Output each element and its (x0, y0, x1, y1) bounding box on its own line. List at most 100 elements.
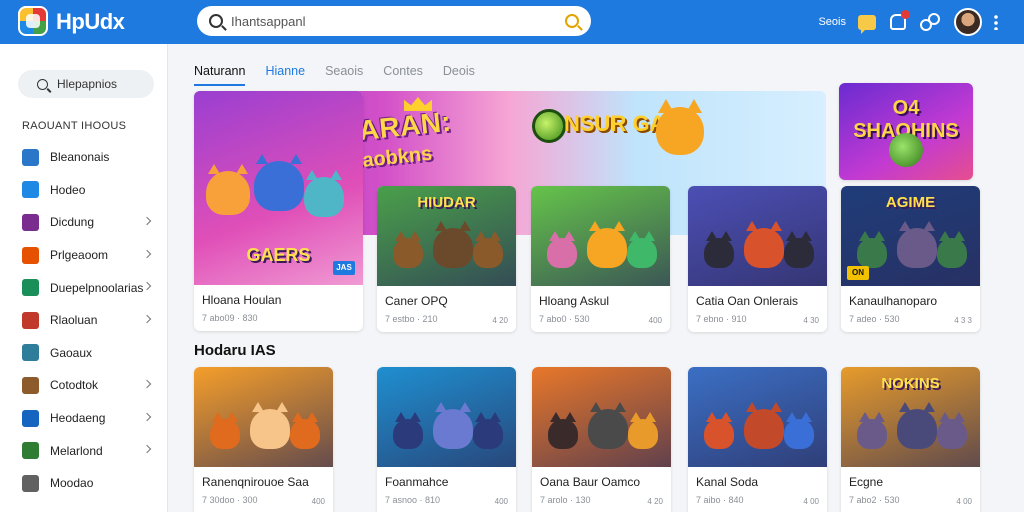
sidebar-list: Bleanonais Hodeo Dicdung Prlgeaoom Duepelpno… (0, 141, 168, 500)
sidebar-item[interactable]: Rlaoluan (0, 304, 168, 337)
sidebar-item-icon (22, 409, 39, 427)
game-card[interactable]: HIUDAR Caner OPQ 7 estbo · 210 4 20 (377, 186, 516, 332)
card-title: Catia Oan Onlerais (696, 294, 799, 308)
card-title: Caner OPQ (385, 294, 448, 308)
game-card[interactable]: Foanmahce 7 asnoo · 810 400 (377, 367, 516, 512)
thumbnail-label: NOKINS (881, 375, 940, 392)
app-logo-icon[interactable] (18, 6, 48, 36)
character-icon (250, 402, 290, 449)
character-icon (628, 412, 658, 449)
sidebar-item[interactable]: Heodaeng (0, 402, 168, 435)
card-title: Ecgne (849, 475, 884, 489)
card-title: Kanal Soda (696, 475, 759, 489)
sidebar-item[interactable]: Melarlond (0, 434, 168, 467)
section-title: Hodaru IAS (194, 342, 276, 359)
character-icon (588, 402, 628, 449)
card-title: Hloang Askul (539, 294, 610, 308)
sidebar-item-icon (22, 181, 39, 199)
fox-mascot-icon (656, 99, 704, 155)
card-title: Foanmahce (385, 475, 449, 489)
card-meta: 7 abo0 · 530 (539, 314, 590, 324)
game-thumbnail: AGIME ON (841, 186, 980, 286)
game-thumbnail (377, 367, 516, 467)
game-thumbnail: HIUDAR (377, 186, 516, 286)
tab-item[interactable]: Deois (443, 64, 475, 86)
game-card[interactable]: Catia Oan Onlerais 7 ebno · 910 4 30 (688, 186, 827, 332)
app-name[interactable]: HpUdx (56, 9, 125, 35)
game-card[interactable]: AGIME ON Kanaulhanoparo 7 adeo · 530 4 3 3 (841, 186, 980, 332)
sidebar-heading: RAOUANT IHOOUS (22, 120, 127, 132)
search-icon (37, 78, 48, 90)
chevron-right-icon (142, 445, 152, 454)
character-icon (937, 231, 967, 268)
character-icon (704, 412, 734, 449)
sidebar-item[interactable]: Cotodtok (0, 369, 168, 402)
chat-icon[interactable] (858, 14, 876, 34)
game-thumbnail: NOKINS (841, 367, 980, 467)
top-link[interactable]: Seois (818, 16, 846, 28)
sidebar-item[interactable]: Gaoaux (0, 337, 168, 370)
sidebar-item-icon (22, 213, 39, 231)
chevron-right-icon (142, 379, 152, 389)
card-count: 400 (648, 316, 662, 325)
character-icon (393, 231, 423, 268)
game-thumbnail (531, 186, 670, 286)
more-icon[interactable] (994, 14, 998, 30)
character-icon (784, 412, 814, 449)
sidebar-item[interactable]: Prlgeaoom (0, 239, 168, 272)
chevron-right-icon (142, 412, 152, 421)
card-meta: 7 aibo · 840 (696, 495, 744, 505)
sidebar-item-label: Cotodtok (50, 378, 99, 393)
game-card[interactable]: Kanal Soda 7 aibo · 840 4 00 (688, 367, 827, 512)
card-meta: 7 abo09 · 830 (202, 313, 258, 323)
sidebar-item-icon (22, 442, 39, 460)
avatar[interactable] (954, 8, 982, 36)
sidebar-search-label: Hlepapnios (57, 77, 118, 91)
character-icon (210, 412, 240, 449)
card-meta: 7 ebno · 910 (696, 314, 747, 324)
sidebar-item-label: Dicdung (50, 215, 95, 230)
friends-icon[interactable] (920, 13, 940, 31)
sidebar-item[interactable]: Dicdung (0, 206, 168, 239)
sidebar-item-label: Moodao (50, 476, 94, 491)
game-thumbnail (688, 186, 827, 286)
tab-item[interactable]: Contes (383, 64, 423, 86)
sidebar-item[interactable]: Duepelpnoolarias (0, 271, 168, 304)
thumbnail-label: HIUDAR (417, 194, 476, 211)
top-search-box[interactable] (197, 6, 591, 36)
search-submit-icon[interactable] (565, 14, 579, 28)
tab-item[interactable]: Seaois (325, 64, 363, 86)
character-icon (704, 231, 734, 268)
sidebar-item-label: Gaoaux (50, 345, 93, 360)
bell-icon[interactable] (890, 10, 910, 30)
sidebar-item-icon (22, 279, 39, 297)
card-count: 400 (311, 497, 325, 506)
search-icon (209, 14, 223, 28)
character-icon (744, 221, 784, 268)
hero-game-card[interactable]: GAERS JAS Hloana Houlan 7 abo09 · 830 (194, 91, 363, 331)
promo-card[interactable]: O4 SHAOHINS (839, 83, 973, 180)
tab-item[interactable]: Hianne (265, 64, 305, 86)
character-icon (547, 231, 577, 268)
top-search-input[interactable] (231, 13, 565, 29)
card-count: 400 (494, 497, 508, 506)
sidebar-item[interactable]: Hodeo (0, 174, 168, 207)
chevron-right-icon (142, 216, 152, 226)
thumbnail-label: AGIME (885, 194, 936, 211)
sidebar-search[interactable]: Hlepapnios (18, 70, 154, 98)
tab-item[interactable]: Naturann (194, 64, 246, 86)
sidebar-item-icon (22, 148, 39, 166)
game-thumbnail (194, 367, 333, 467)
game-card[interactable]: Oana Baur Oamco 7 arolo · 130 4 20 (532, 367, 671, 512)
sidebar-item-icon (22, 376, 39, 394)
top-bar: HpUdx Seois (0, 0, 1024, 44)
cat-character-icon (304, 170, 344, 217)
sidebar-item[interactable]: Bleanonais (0, 141, 168, 174)
character-icon (548, 412, 578, 449)
game-card[interactable]: NOKINS Ecgne 7 abo2 · 530 4 00 (841, 367, 980, 512)
sidebar-item-icon (22, 246, 39, 264)
chevron-right-icon (142, 282, 152, 291)
game-card[interactable]: Hloang Askul 7 abo0 · 530 400 (531, 186, 670, 332)
sidebar-item[interactable]: Moodao (0, 467, 168, 500)
game-card[interactable]: Ranenqnirouoe Saa 7 30doo · 300 400 (194, 367, 333, 512)
